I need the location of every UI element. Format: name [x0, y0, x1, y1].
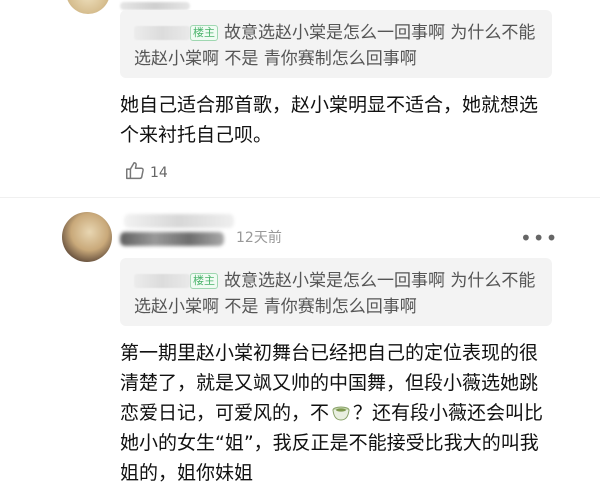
quoted-post[interactable]: 楼主 故意选赵小棠是怎么一回事啊 为什么不能选赵小棠啊 不是 青你赛制怎么回事啊	[120, 258, 552, 326]
op-badge: 楼主	[190, 25, 218, 41]
username-redacted	[124, 214, 234, 228]
more-dots-icon[interactable]: •••	[520, 226, 558, 250]
tea-cup-emoji-icon	[331, 401, 351, 421]
op-badge: 楼主	[190, 273, 218, 289]
thumb-up-icon	[124, 160, 146, 186]
comment-body: 第一期里赵小棠初舞台已经把自己的定位表现的很清楚了，就是又飒又帅的中国舞，但段小…	[120, 338, 550, 488]
like-button[interactable]: 14	[124, 160, 168, 186]
avatar[interactable]	[62, 212, 112, 262]
username-redacted	[120, 2, 190, 10]
quote-username-redacted	[134, 274, 190, 288]
quoted-post[interactable]: 楼主 故意选赵小棠是怎么一回事啊 为什么不能选赵小棠啊 不是 青你赛制怎么回事啊	[120, 10, 552, 78]
comment-body: 她自己适合那首歌，赵小棠明显不适合，她就想选个来衬托自己呗。	[120, 94, 539, 146]
divider	[0, 197, 600, 198]
username-redacted	[120, 232, 224, 246]
like-count: 14	[150, 165, 168, 181]
quote-username-redacted	[134, 26, 190, 40]
avatar[interactable]	[66, 0, 110, 14]
comment-timestamp: 12天前	[236, 230, 282, 246]
